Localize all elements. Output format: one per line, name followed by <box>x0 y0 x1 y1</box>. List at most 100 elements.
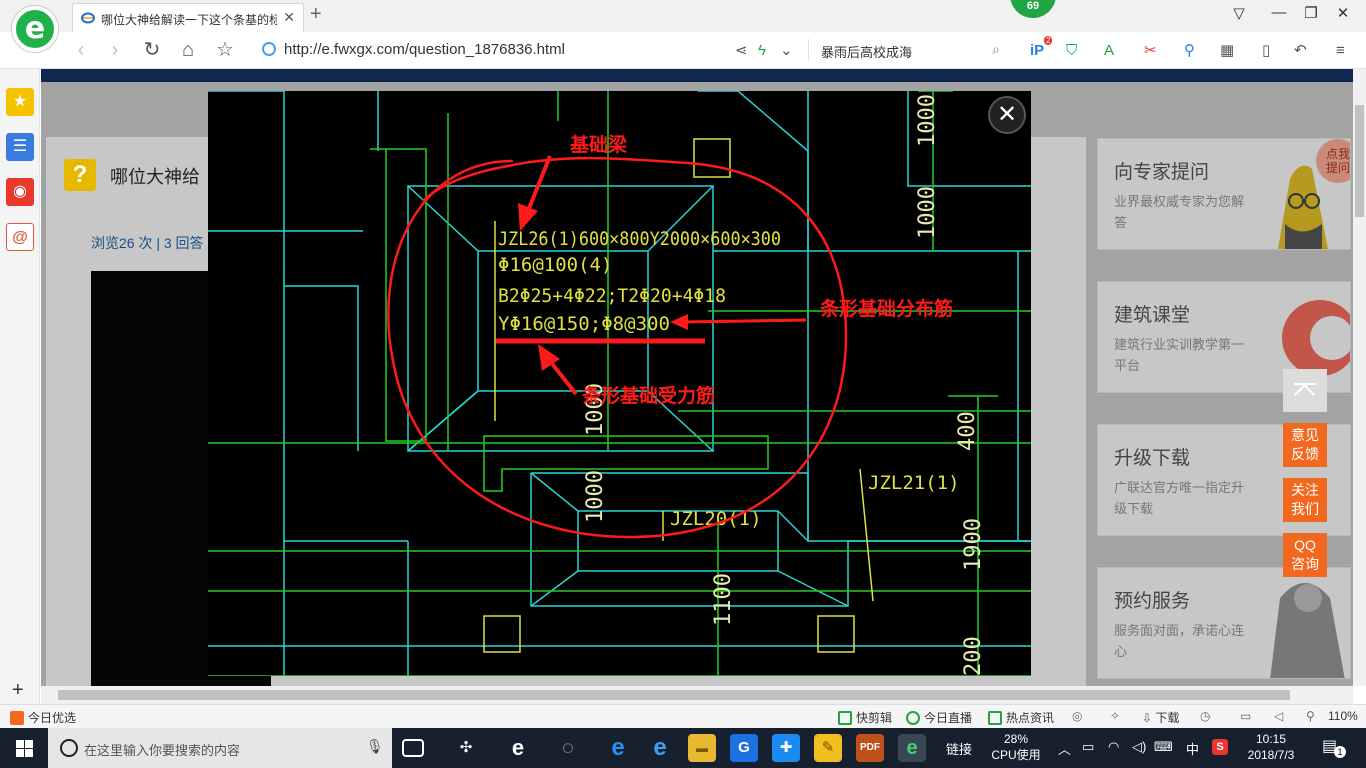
mobile-icon[interactable]: ▯ <box>1262 40 1270 62</box>
tray-link-label[interactable]: 链接 <box>946 739 972 758</box>
ie-icon[interactable]: e <box>646 734 674 762</box>
file-explorer-icon[interactable]: ▬ <box>688 734 716 762</box>
tab-bar: 哪位大神给解读一下这个条基的标注 ✕ + 69 ▽ — ❐ ✕ <box>0 0 1366 32</box>
live-link[interactable]: 今日直播 <box>906 709 972 726</box>
keyboard-icon[interactable]: ⌨ <box>1154 739 1173 755</box>
shield-icon[interactable]: ⛉ <box>1066 40 1077 62</box>
notes-app-icon[interactable]: ✎ <box>814 734 842 762</box>
address-bar[interactable]: http://e.fwxgx.com/question_1876836.html <box>262 39 722 61</box>
cad-structure-lines <box>208 91 1031 676</box>
quick-edit-link[interactable]: 快剪辑 <box>838 709 892 726</box>
magnifier-icon[interactable]: ⚲ <box>1184 40 1195 62</box>
browser-taskbar-icon[interactable]: e <box>504 734 532 762</box>
swirl-app-icon[interactable]: ◌ <box>554 734 582 762</box>
qq-consult-button[interactable]: QQ咨询 <box>1283 533 1327 577</box>
vertical-scrollbar[interactable] <box>1353 69 1366 686</box>
speed-icon[interactable]: ◎ <box>1072 709 1082 723</box>
daily-picks-link[interactable]: 今日优选 <box>10 709 76 726</box>
task-view-icon[interactable] <box>402 739 424 757</box>
card-desc: 建筑行业实训教学第一平台 <box>1114 337 1245 373</box>
red-circle <box>387 156 848 539</box>
g-app-icon[interactable]: G <box>730 734 758 762</box>
feedback-label: 意见反馈 <box>1291 427 1319 462</box>
email-icon[interactable]: @ <box>6 223 34 251</box>
skin-icon[interactable]: ▽ <box>1224 4 1254 28</box>
dropdown-icon[interactable]: ⌄ <box>780 40 793 62</box>
feedback-button[interactable]: 意见反馈 <box>1283 423 1327 467</box>
card-title: 升级下载 <box>1114 448 1191 469</box>
restore-icon[interactable]: ❐ <box>1296 4 1326 28</box>
zoom-icon[interactable]: ⚲ <box>1306 709 1315 723</box>
ask-expert-card[interactable]: 向专家提问 业界最权威专家为您解答 点我提问 <box>1097 138 1351 250</box>
minimize-icon[interactable]: — <box>1264 4 1294 28</box>
plus-app-icon[interactable]: ✚ <box>772 734 800 762</box>
favorite-star-icon[interactable]: ☆ <box>212 38 238 64</box>
microphone-icon[interactable]: 🎙 <box>366 738 384 755</box>
speed-badge[interactable]: 69 <box>1010 0 1056 18</box>
tools-icon[interactable]: ✧ <box>1110 709 1120 723</box>
favorites-star-icon[interactable]: ★ <box>6 88 34 116</box>
window-icon[interactable]: ▭ <box>1240 709 1251 723</box>
volume-icon[interactable]: ◁) <box>1132 739 1146 755</box>
weibo-icon[interactable]: ◉ <box>6 178 34 206</box>
edge-icon[interactable]: e <box>604 734 632 762</box>
browser-tab[interactable]: 哪位大神给解读一下这个条基的标注 ✕ <box>72 3 304 32</box>
service-illustration <box>1270 583 1345 678</box>
battery-icon[interactable]: ▭ <box>1082 739 1094 755</box>
forward-icon[interactable]: › <box>102 38 128 64</box>
reading-list-icon[interactable]: ☰ <box>6 133 34 161</box>
image-viewer[interactable]: 1000 1000 1000 1000 1100 400 1900 200 JZ… <box>208 91 1031 676</box>
back-icon[interactable]: ‹ <box>68 38 94 64</box>
download-link[interactable]: ⇩ 下载 <box>1142 709 1179 726</box>
taskbar-search[interactable]: 在这里输入你要搜索的内容 🎙 <box>48 728 392 768</box>
cpu-meter[interactable]: 28% CPU使用 <box>988 731 1044 763</box>
view-count: 浏览26 次 | 3 回答 <box>91 235 204 251</box>
refresh-icon[interactable]: ↻ <box>139 38 165 64</box>
search-text: 暴雨后高校成海 <box>821 45 913 60</box>
browser-logo[interactable]: e <box>12 6 58 52</box>
translate-icon[interactable]: A <box>1104 40 1114 62</box>
site-favicon <box>81 12 95 24</box>
apps-icon[interactable]: ▦ <box>1220 40 1234 62</box>
share-icon[interactable]: ⋖ <box>735 40 748 62</box>
address-text: http://e.fwxgx.com/question_1876836.html <box>284 41 566 58</box>
active-browser-icon[interactable]: e <box>898 734 926 762</box>
scroll-thumb[interactable] <box>1355 105 1364 217</box>
back-to-top-button[interactable] <box>1283 369 1327 412</box>
booking-service-card[interactable]: 预约服务 服务面对面，承诺心连心 <box>1097 567 1351 679</box>
windows-start-icon[interactable] <box>0 728 48 768</box>
sidebar-add-icon[interactable]: + <box>12 679 24 702</box>
wifi-icon[interactable]: ◠ <box>1108 739 1119 755</box>
viewer-close-icon[interactable]: ✕ <box>988 96 1026 134</box>
pdf-app-icon[interactable]: PDF <box>856 734 884 762</box>
qq-label: QQ咨询 <box>1291 537 1319 572</box>
distribution-arrow <box>682 318 807 324</box>
window-close-icon[interactable]: ✕ <box>1328 4 1358 28</box>
search-box[interactable]: 暴雨后高校成海 ⌕ <box>808 39 1008 61</box>
hot-news-link[interactable]: 热点资讯 <box>988 709 1054 726</box>
horizontal-scrollbar[interactable] <box>41 686 1353 704</box>
history-icon[interactable]: ◷ <box>1200 709 1210 723</box>
zoom-level[interactable]: 110% <box>1328 709 1358 723</box>
tray-expand-icon[interactable]: ︿ <box>1058 739 1071 758</box>
lightning-icon[interactable]: ϟ <box>758 40 766 62</box>
beam-label-line2: Φ16@100(4) <box>498 254 612 276</box>
tab-close-icon[interactable]: ✕ <box>283 9 295 26</box>
fan-app-icon[interactable]: ✣ <box>452 734 480 762</box>
follow-us-button[interactable]: 关注我们 <box>1283 478 1327 522</box>
left-sidebar: ★ ☰ ◉ @ + <box>0 69 40 709</box>
scroll-thumb[interactable] <box>58 690 1290 700</box>
menu-icon[interactable]: ≡ <box>1336 40 1345 62</box>
gift-icon <box>10 711 24 725</box>
speaker-icon[interactable]: ◁ <box>1274 709 1283 723</box>
scissors-icon[interactable]: ✂ <box>1144 40 1157 62</box>
system-clock[interactable]: 10:15 2018/7/3 <box>1244 731 1298 763</box>
home-icon[interactable]: ⌂ <box>175 38 201 64</box>
new-tab-icon[interactable]: + <box>310 3 322 26</box>
card-title: 预约服务 <box>1114 591 1191 612</box>
ime-indicator[interactable]: 中 <box>1186 739 1199 758</box>
undo-icon[interactable]: ↶ <box>1294 40 1307 62</box>
extension-ip-icon[interactable]: iP <box>1030 40 1044 62</box>
search-icon[interactable]: ⌕ <box>992 41 1000 58</box>
sogou-ime-icon[interactable]: S <box>1212 739 1228 755</box>
